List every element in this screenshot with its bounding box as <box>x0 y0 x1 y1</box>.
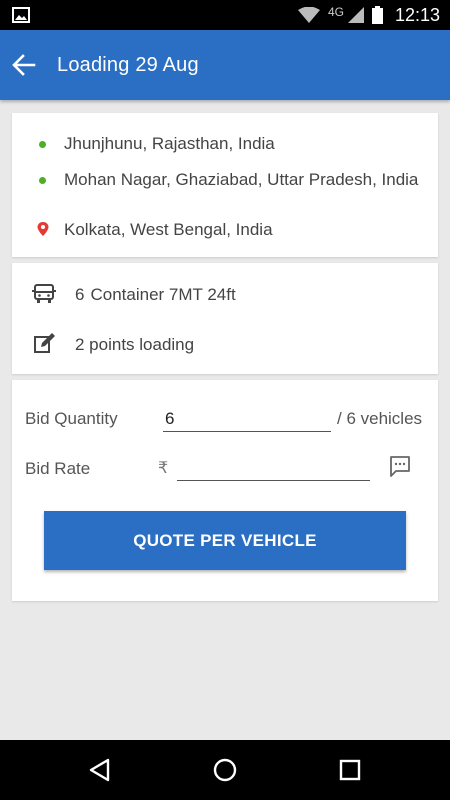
signal-icon <box>347 7 364 23</box>
bid-form-card: Bid Quantity / 6 vehicles Bid Rate ₹ QUO… <box>12 380 438 601</box>
edit-icon <box>34 333 55 353</box>
battery-icon <box>371 6 383 24</box>
vehicle-count: 6 <box>75 285 85 304</box>
vehicles-total: / 6 vehicles <box>337 409 423 428</box>
rupee-icon: ₹ <box>158 460 169 477</box>
route-card: Jhunjhunu, Rajasthan, India Mohan Nagar,… <box>12 113 438 257</box>
status-bar: 4G 12:13 <box>0 0 450 30</box>
wifi-icon <box>297 7 320 23</box>
back-nav-icon[interactable] <box>86 756 114 784</box>
bid-quantity-label: Bid Quantity <box>25 409 118 428</box>
truck-icon <box>32 284 56 303</box>
loading-points: 2 points loading <box>75 335 195 354</box>
route-stop-1: Jhunjhunu, Rajasthan, India <box>64 134 275 153</box>
route-stop-2: Mohan Nagar, Ghaziabad, Uttar Pradesh, I… <box>64 170 419 189</box>
recents-nav-icon[interactable] <box>336 756 364 784</box>
bid-rate-label: Bid Rate <box>25 459 91 478</box>
gallery-icon <box>12 7 30 23</box>
comment-icon[interactable] <box>388 454 412 478</box>
page-title: Loading 29 Aug <box>57 54 199 76</box>
location-pin-icon <box>37 222 49 236</box>
bid-quantity-input[interactable] <box>163 406 331 432</box>
route-stop-3: Kolkata, West Bengal, India <box>64 220 273 239</box>
app-bar: Loading 29 Aug <box>0 30 450 100</box>
home-nav-icon[interactable] <box>211 756 239 784</box>
vehicle-info: 6 Container 7MT 24ft <box>75 285 236 305</box>
clock: 12:13 <box>394 4 440 25</box>
load-info-card: 6 Container 7MT 24ft 2 points loading <box>12 263 438 374</box>
pickup-dot-icon <box>39 141 46 148</box>
navigation-bar <box>0 740 450 800</box>
pickup-dot-icon <box>39 177 46 184</box>
quote-per-vehicle-button[interactable]: QUOTE PER VEHICLE <box>44 511 406 570</box>
bid-rate-input[interactable] <box>177 455 370 481</box>
vehicle-type: Container 7MT 24ft <box>90 285 236 304</box>
arrow-left-icon[interactable] <box>10 51 38 79</box>
network-type: 4G <box>327 5 344 19</box>
